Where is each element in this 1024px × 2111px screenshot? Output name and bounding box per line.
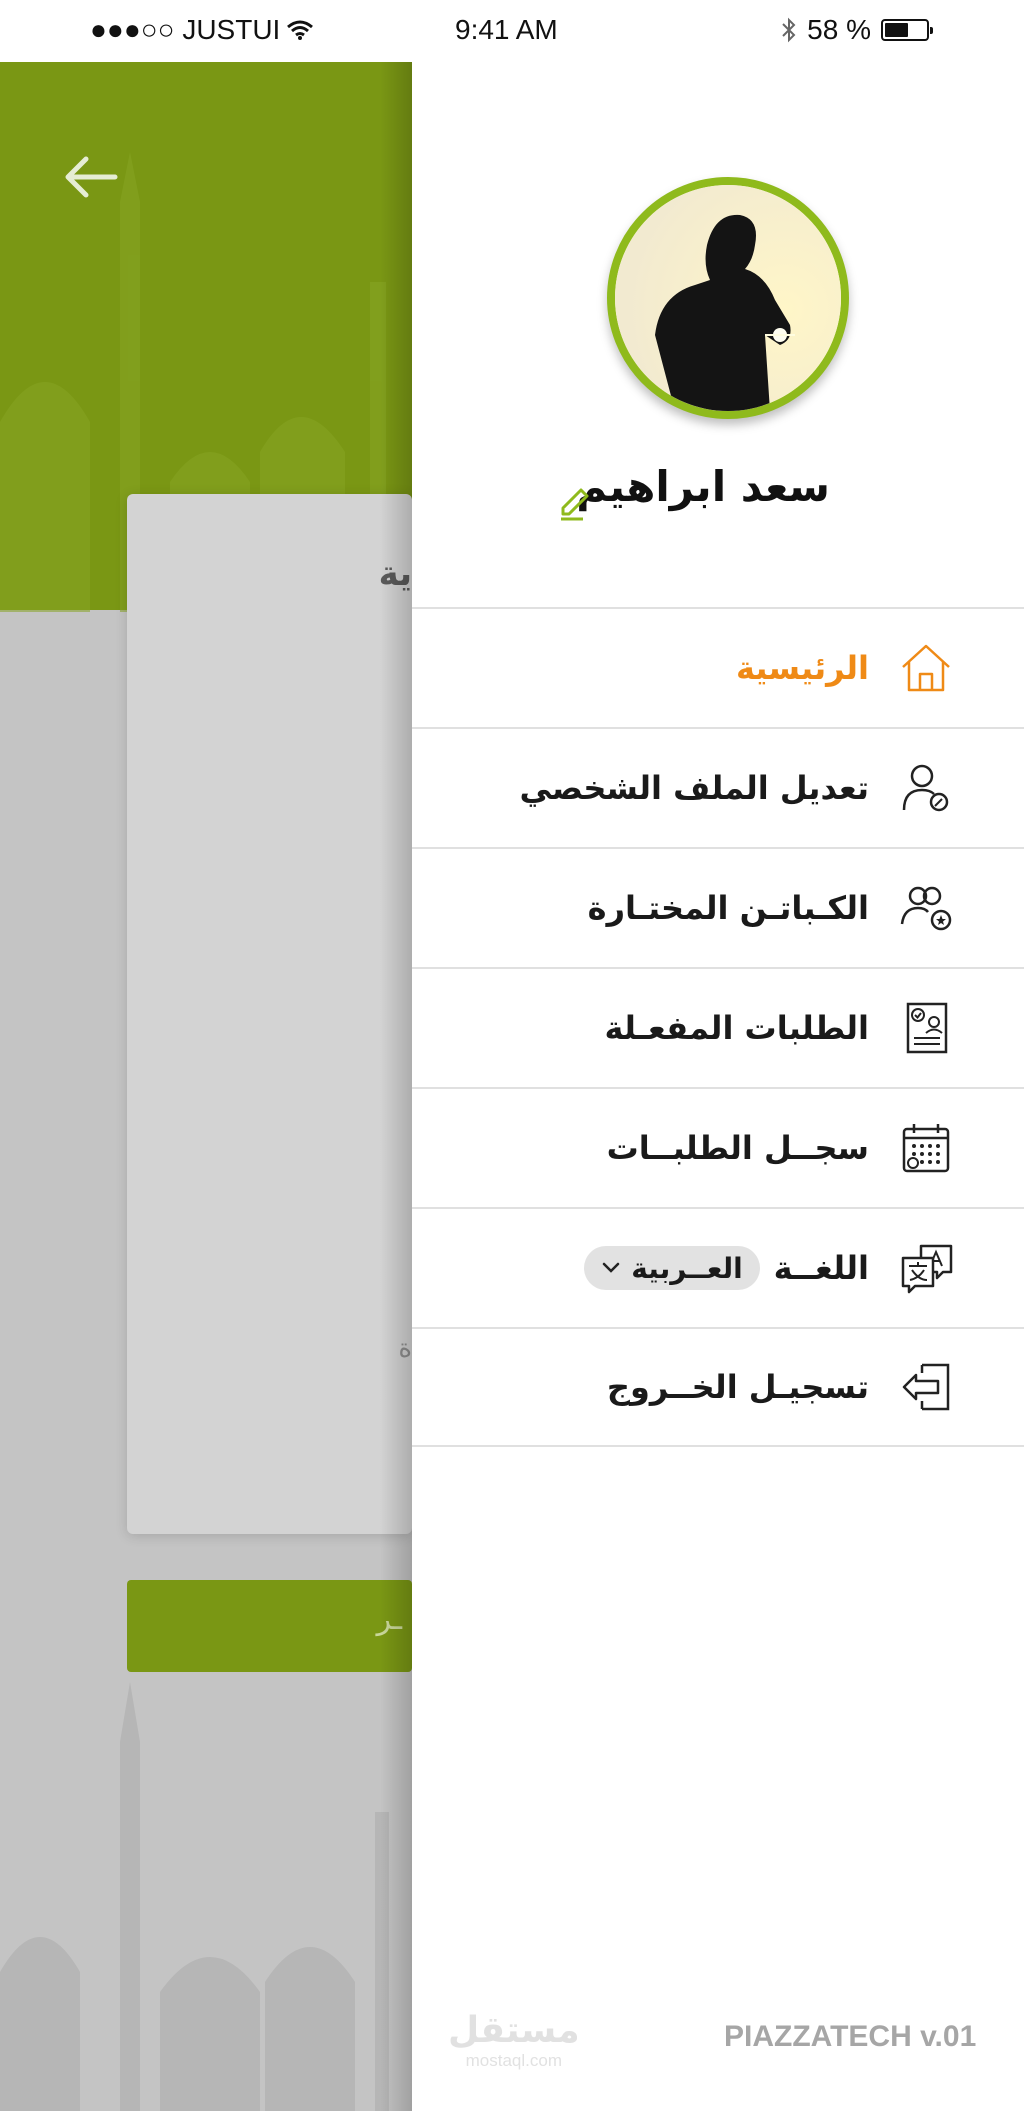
active-requests-icon — [906, 1002, 948, 1054]
menu-item-active-requests[interactable]: الطلبات المفعـلة — [412, 967, 1024, 1087]
navigation-drawer: سعد ابراهيم الرئيسية تعديل الملف الشخصي — [412, 62, 1024, 2111]
bluetooth-icon — [782, 17, 796, 43]
app-version: PIAZZATECH v.01 — [724, 2020, 977, 2053]
translate-icon — [901, 1244, 953, 1294]
menu-item-label: تسجيـل الخــروج — [606, 1368, 869, 1406]
menu-item-label: الطلبات المفعـلة — [604, 1009, 869, 1047]
status-right: 58 % — [781, 14, 933, 46]
user-name: سعد ابراهيم — [576, 462, 830, 511]
user-edit-icon — [902, 764, 949, 812]
watermark-sub: mostaql.com — [465, 2051, 563, 2070]
menu-item-requests-history[interactable]: سجــل الطلبــات — [412, 1087, 1024, 1207]
watermark-main: مستقل — [448, 2010, 580, 2051]
background-button: ـر — [127, 1580, 412, 1672]
menu-item-label: الرئيسية — [736, 649, 869, 687]
menu-item-label: سجــل الطلبــات — [606, 1129, 869, 1167]
battery-icon — [881, 19, 933, 41]
carrier: ●●●○○ JUSTUI — [90, 14, 314, 46]
drawer-menu: الرئيسية تعديل الملف الشخصي الكـباتـن ال… — [412, 607, 1024, 1447]
logout-icon — [902, 1363, 950, 1411]
menu-item-language[interactable]: اللغــة العــربية — [412, 1207, 1024, 1327]
battery-percent: 58 % — [807, 14, 871, 45]
calendar-icon — [902, 1124, 950, 1173]
back-arrow-icon[interactable] — [60, 152, 120, 202]
menu-item-label: اللغــة — [773, 1249, 869, 1287]
profile-photo — [615, 185, 841, 411]
home-icon — [902, 644, 950, 692]
users-star-icon — [900, 886, 952, 931]
background-screen[interactable]: ية ة ـر — [0, 62, 412, 2111]
watermark-logo: مستقل mostaql.com — [448, 2010, 580, 2071]
chevron-down-icon — [603, 1262, 620, 1273]
menu-item-label: الكـباتـن المختـارة — [587, 889, 869, 927]
drawer-shadow — [380, 62, 412, 2111]
mosque-silhouette-bottom-icon — [0, 1682, 389, 2111]
edit-name-pencil-icon[interactable] — [557, 486, 593, 522]
menu-item-home[interactable]: الرئيسية — [412, 607, 1024, 727]
avatar[interactable] — [607, 177, 849, 419]
wifi-icon — [287, 20, 314, 40]
carrier-label: ●●●○○ JUSTUI — [90, 14, 281, 45]
language-value: العــربية — [631, 1251, 743, 1285]
language-dropdown[interactable]: العــربية — [584, 1246, 760, 1290]
menu-item-logout[interactable]: تسجيـل الخــروج — [412, 1327, 1024, 1447]
clock: 9:41 AM — [455, 14, 558, 45]
menu-item-label: تعديل الملف الشخصي — [519, 769, 869, 807]
status-bar: ●●●○○ JUSTUI 9:41 AM 58 % — [0, 0, 1024, 62]
menu-item-edit-profile[interactable]: تعديل الملف الشخصي — [412, 727, 1024, 847]
menu-item-selected-captains[interactable]: الكـباتـن المختـارة — [412, 847, 1024, 967]
background-card: ية ة — [127, 494, 412, 1534]
